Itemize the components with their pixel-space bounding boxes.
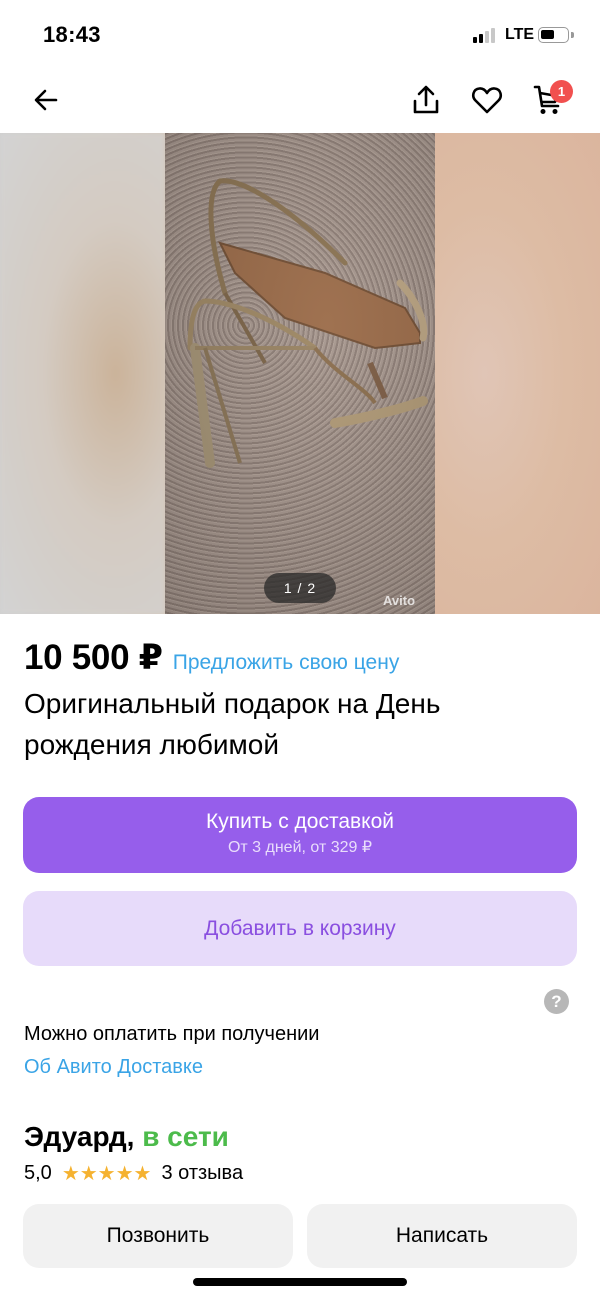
back-arrow-icon xyxy=(34,89,58,111)
back-button[interactable] xyxy=(26,80,66,120)
status-bar: 18:43 LTE xyxy=(0,0,600,66)
reviews-count[interactable]: 3 отзыва xyxy=(161,1162,243,1185)
gallery-blur-right xyxy=(435,133,600,614)
favorite-button[interactable] xyxy=(467,80,507,120)
metal-sandal-sculpture-image xyxy=(187,178,428,468)
signal-icon xyxy=(473,27,499,43)
network-type: LTE xyxy=(505,26,535,43)
buy-with-delivery-button[interactable]: Купить с доставкой От 3 дней, от 329 ₽ xyxy=(23,797,577,873)
heart-icon xyxy=(472,87,502,114)
call-button[interactable]: Позвонить xyxy=(23,1204,293,1268)
photo-gallery[interactable] xyxy=(0,133,600,614)
rating-value: 5,0 xyxy=(24,1162,52,1184)
share-icon xyxy=(413,85,439,114)
cart-count-badge: 1 xyxy=(550,80,573,103)
write-message-button[interactable]: Написать xyxy=(307,1204,577,1268)
buy-button-label: Купить с доставкой xyxy=(205,810,395,833)
status-time: 18:43 xyxy=(43,22,101,47)
gallery-blur-left xyxy=(0,133,165,614)
seller-rating-row[interactable]: 5,0 ★★★★★ 3 отзыва xyxy=(24,1161,243,1186)
rating-stars: ★★★★★ xyxy=(61,1163,152,1185)
offer-price-link[interactable]: Предложить свою цену xyxy=(173,651,400,675)
buy-button-sublabel: От 3 дней, от 329 ₽ xyxy=(227,839,373,856)
product-photo[interactable] xyxy=(165,133,435,614)
avito-watermark: Avito xyxy=(383,593,416,608)
battery-icon xyxy=(538,27,569,43)
home-indicator xyxy=(193,1278,407,1286)
add-to-cart-button[interactable]: Добавить в корзину xyxy=(23,891,577,966)
battery-tip xyxy=(571,32,574,38)
seller-name[interactable]: Эдуард, xyxy=(24,1121,134,1152)
seller-name-row[interactable]: Эдуард, в сети xyxy=(24,1121,229,1153)
pay-on-delivery-note: Можно оплатить при получении xyxy=(24,1023,320,1045)
price: 10 500 ₽ xyxy=(24,638,163,677)
share-button[interactable] xyxy=(406,80,446,120)
price-row: 10 500 ₽ Предложить свою цену xyxy=(24,638,399,678)
about-avito-delivery-link[interactable]: Об Авито Доставке xyxy=(24,1056,203,1079)
photo-counter: 1 / 2 xyxy=(264,573,336,603)
nav-bar xyxy=(0,66,600,134)
question-icon[interactable]: ? xyxy=(544,989,569,1014)
seller-online-status: в сети xyxy=(142,1121,229,1152)
listing-title: Оригинальный подарок на День рождения лю… xyxy=(24,688,441,760)
